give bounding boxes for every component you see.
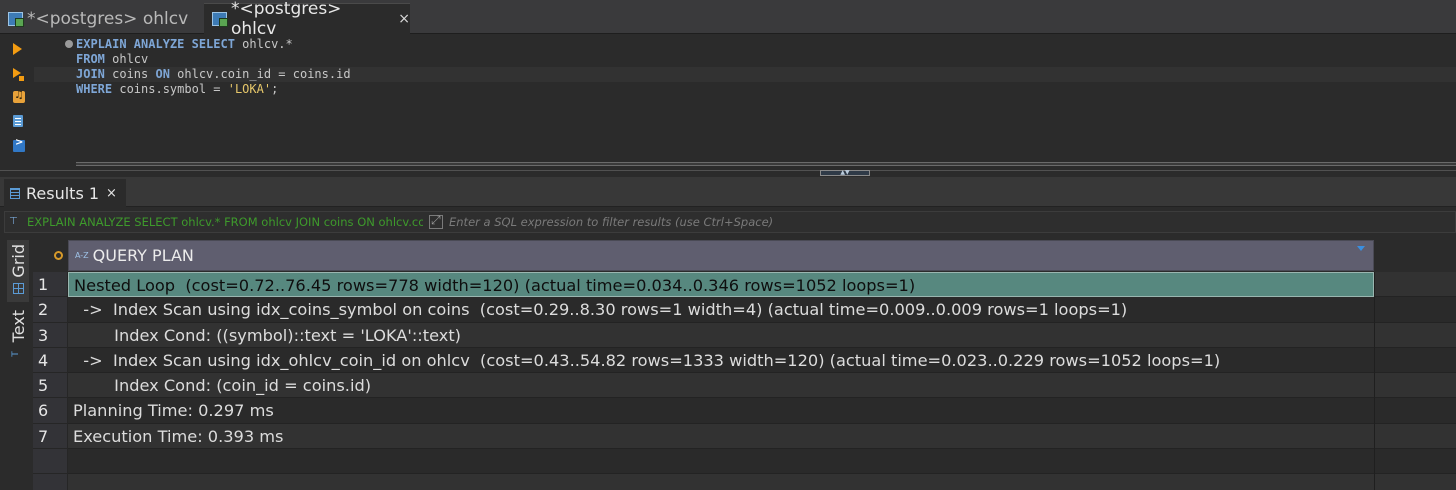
code-line: EXPLAIN ANALYZE SELECT ohlcv.* (76, 37, 293, 52)
sql-keyword: FROM (76, 52, 105, 66)
editor-tab-bar: *<postgres> ohlcv *<postgres> ohlcv × (0, 0, 1456, 39)
sql-keyword: WHERE (76, 82, 113, 96)
column-header-query-plan[interactable]: A-Z QUERY PLAN (68, 240, 1374, 271)
table-row[interactable]: 3 Index Cond: ((symbol)::text = 'LOKA'::… (33, 322, 1456, 348)
close-icon[interactable]: × (106, 186, 117, 201)
editor-tab[interactable]: *<postgres> ohlcv (0, 3, 202, 34)
empty-cell (1374, 322, 1456, 348)
empty-cell (1374, 474, 1456, 490)
run-statement-icon[interactable] (13, 43, 22, 55)
editor-tab-label: *<postgres> ohlcv (231, 0, 342, 39)
editor-horizontal-scrollbar[interactable] (76, 162, 1456, 166)
results-tab[interactable]: Results 1 × (4, 179, 126, 207)
sql-string: 'LOKA' (227, 82, 272, 96)
query-plan-cell[interactable]: -> Index Scan using idx_ohlcv_coin_id on… (68, 347, 1374, 374)
row-number[interactable]: 4 (33, 347, 68, 374)
text-view-tab[interactable]: Text T (7, 306, 29, 372)
expand-icon[interactable] (429, 213, 443, 229)
empty-cell (1374, 423, 1456, 450)
code-line: WHERE coins.symbol = 'LOKA'; (76, 82, 278, 97)
query-plan-cell[interactable]: Execution Time: 0.393 ms (68, 423, 1374, 450)
query-plan-cell[interactable]: Index Cond: ((symbol)::text = 'LOKA'::te… (68, 322, 1374, 348)
fold-marker-icon[interactable] (65, 40, 73, 48)
text-icon: T (11, 351, 21, 358)
row-number[interactable]: 6 (33, 398, 68, 424)
empty-cell (1374, 373, 1456, 399)
row-number[interactable]: 7 (33, 423, 68, 450)
grid-icon (12, 282, 24, 294)
table-row[interactable]: 7 Execution Time: 0.393 ms (33, 423, 1456, 450)
row-number[interactable]: 2 (33, 297, 68, 323)
results-tab-bar: Results 1 × (0, 177, 1456, 207)
sql-editor[interactable]: EXPLAIN ANALYZE SELECT ohlcv.* FROM ohlc… (34, 35, 1456, 170)
query-plan-cell[interactable]: Planning Time: 0.297 ms (68, 398, 1374, 424)
row-number[interactable]: 1 (33, 272, 68, 298)
row-number (33, 449, 68, 475)
sql-editor-icon (8, 11, 24, 27)
sql-editor-icon (212, 12, 228, 27)
grid-view-tab[interactable]: Grid (7, 240, 29, 302)
sort-arrow-icon[interactable] (1357, 246, 1365, 251)
row-number[interactable]: 3 (33, 322, 68, 348)
explain-plan-icon[interactable] (13, 88, 25, 103)
results-filter-bar: ⊤ EXPLAIN ANALYZE SELECT ohlcv.* FROM oh… (4, 211, 1456, 233)
text-view-label: Text (8, 310, 28, 343)
editor-toolbar (0, 35, 34, 170)
table-row-empty (33, 474, 1456, 490)
collapse-chevrons-icon[interactable]: ▲▼ (820, 170, 870, 176)
sql-text: coins.symbol = (112, 82, 228, 96)
row-number (33, 474, 68, 490)
results-grid-icon (10, 187, 20, 199)
query-plan-cell[interactable]: Nested Loop (cost=0.72..76.45 rows=778 w… (68, 272, 1374, 298)
grid-view-label: Grid (8, 244, 28, 278)
close-icon[interactable]: × (398, 11, 410, 27)
text-type-icon: A-Z (75, 251, 89, 260)
table-row[interactable]: 6 Planning Time: 0.297 ms (33, 398, 1456, 424)
sql-keyword: ON (155, 67, 170, 81)
query-plan-cell[interactable]: -> Index Scan using idx_coins_symbol on … (68, 297, 1374, 323)
row-number[interactable]: 5 (33, 373, 68, 399)
code-line-current: JOIN coins ON ohlcv.coin_id = coins.id (34, 67, 1456, 82)
filter-query-text: EXPLAIN ANALYZE SELECT ohlcv.* FROM ohlc… (27, 215, 423, 229)
sql-text: ohlcv.coin_id = coins.id (169, 67, 351, 81)
empty-cell (1374, 449, 1456, 475)
query-plan-cell[interactable]: Index Cond: (coin_id = coins.id) (68, 373, 1374, 399)
empty-cell (1374, 398, 1456, 424)
table-row[interactable]: 4 -> Index Scan using idx_ohlcv_coin_id … (33, 347, 1456, 374)
results-grid[interactable]: A-Z QUERY PLAN 1 Nested Loop (cost=0.72..… (33, 238, 1456, 490)
editor-tab-active[interactable]: *<postgres> ohlcv × (204, 0, 410, 39)
sql-keyword: JOIN (76, 67, 105, 81)
code-line: FROM ohlcv (76, 52, 148, 67)
results-tab-label: Results 1 (26, 183, 100, 203)
sql-text: ; (271, 82, 279, 96)
sql-keyword: EXPLAIN ANALYZE SELECT (76, 37, 235, 51)
empty-cell (1374, 347, 1456, 374)
sql-text: ohlcv.* (234, 37, 293, 51)
column-header-label: QUERY PLAN (92, 246, 194, 265)
empty-cell (68, 449, 1374, 475)
table-row[interactable]: 5 Index Cond: (coin_id = coins.id) (33, 373, 1456, 399)
empty-cell (68, 474, 1374, 490)
empty-cell (1374, 272, 1456, 298)
table-row-empty (33, 449, 1456, 475)
filter-input[interactable]: Enter a SQL expression to filter results… (449, 215, 773, 229)
open-console-icon[interactable] (13, 137, 25, 152)
table-row[interactable]: 1 Nested Loop (cost=0.72..76.45 rows=778 … (33, 272, 1456, 298)
sql-text: ohlcv (104, 52, 149, 66)
results-view-switcher: Grid Text T (4, 238, 32, 490)
editor-tab-label: *<postgres> ohlcv (27, 8, 189, 29)
table-row[interactable]: 2 -> Index Scan using idx_coins_symbol o… (33, 297, 1456, 323)
panel-splitter[interactable]: ▲▼ (0, 170, 1456, 177)
load-script-icon[interactable] (13, 115, 23, 127)
filter-sql-icon: ⊤ (9, 216, 18, 227)
sql-text: coins (104, 67, 156, 81)
row-selector-icon[interactable] (54, 251, 63, 260)
run-script-icon[interactable] (13, 68, 24, 81)
empty-cell (1374, 297, 1456, 323)
grid-rows: 1 Nested Loop (cost=0.72..76.45 rows=778 … (33, 272, 1456, 490)
